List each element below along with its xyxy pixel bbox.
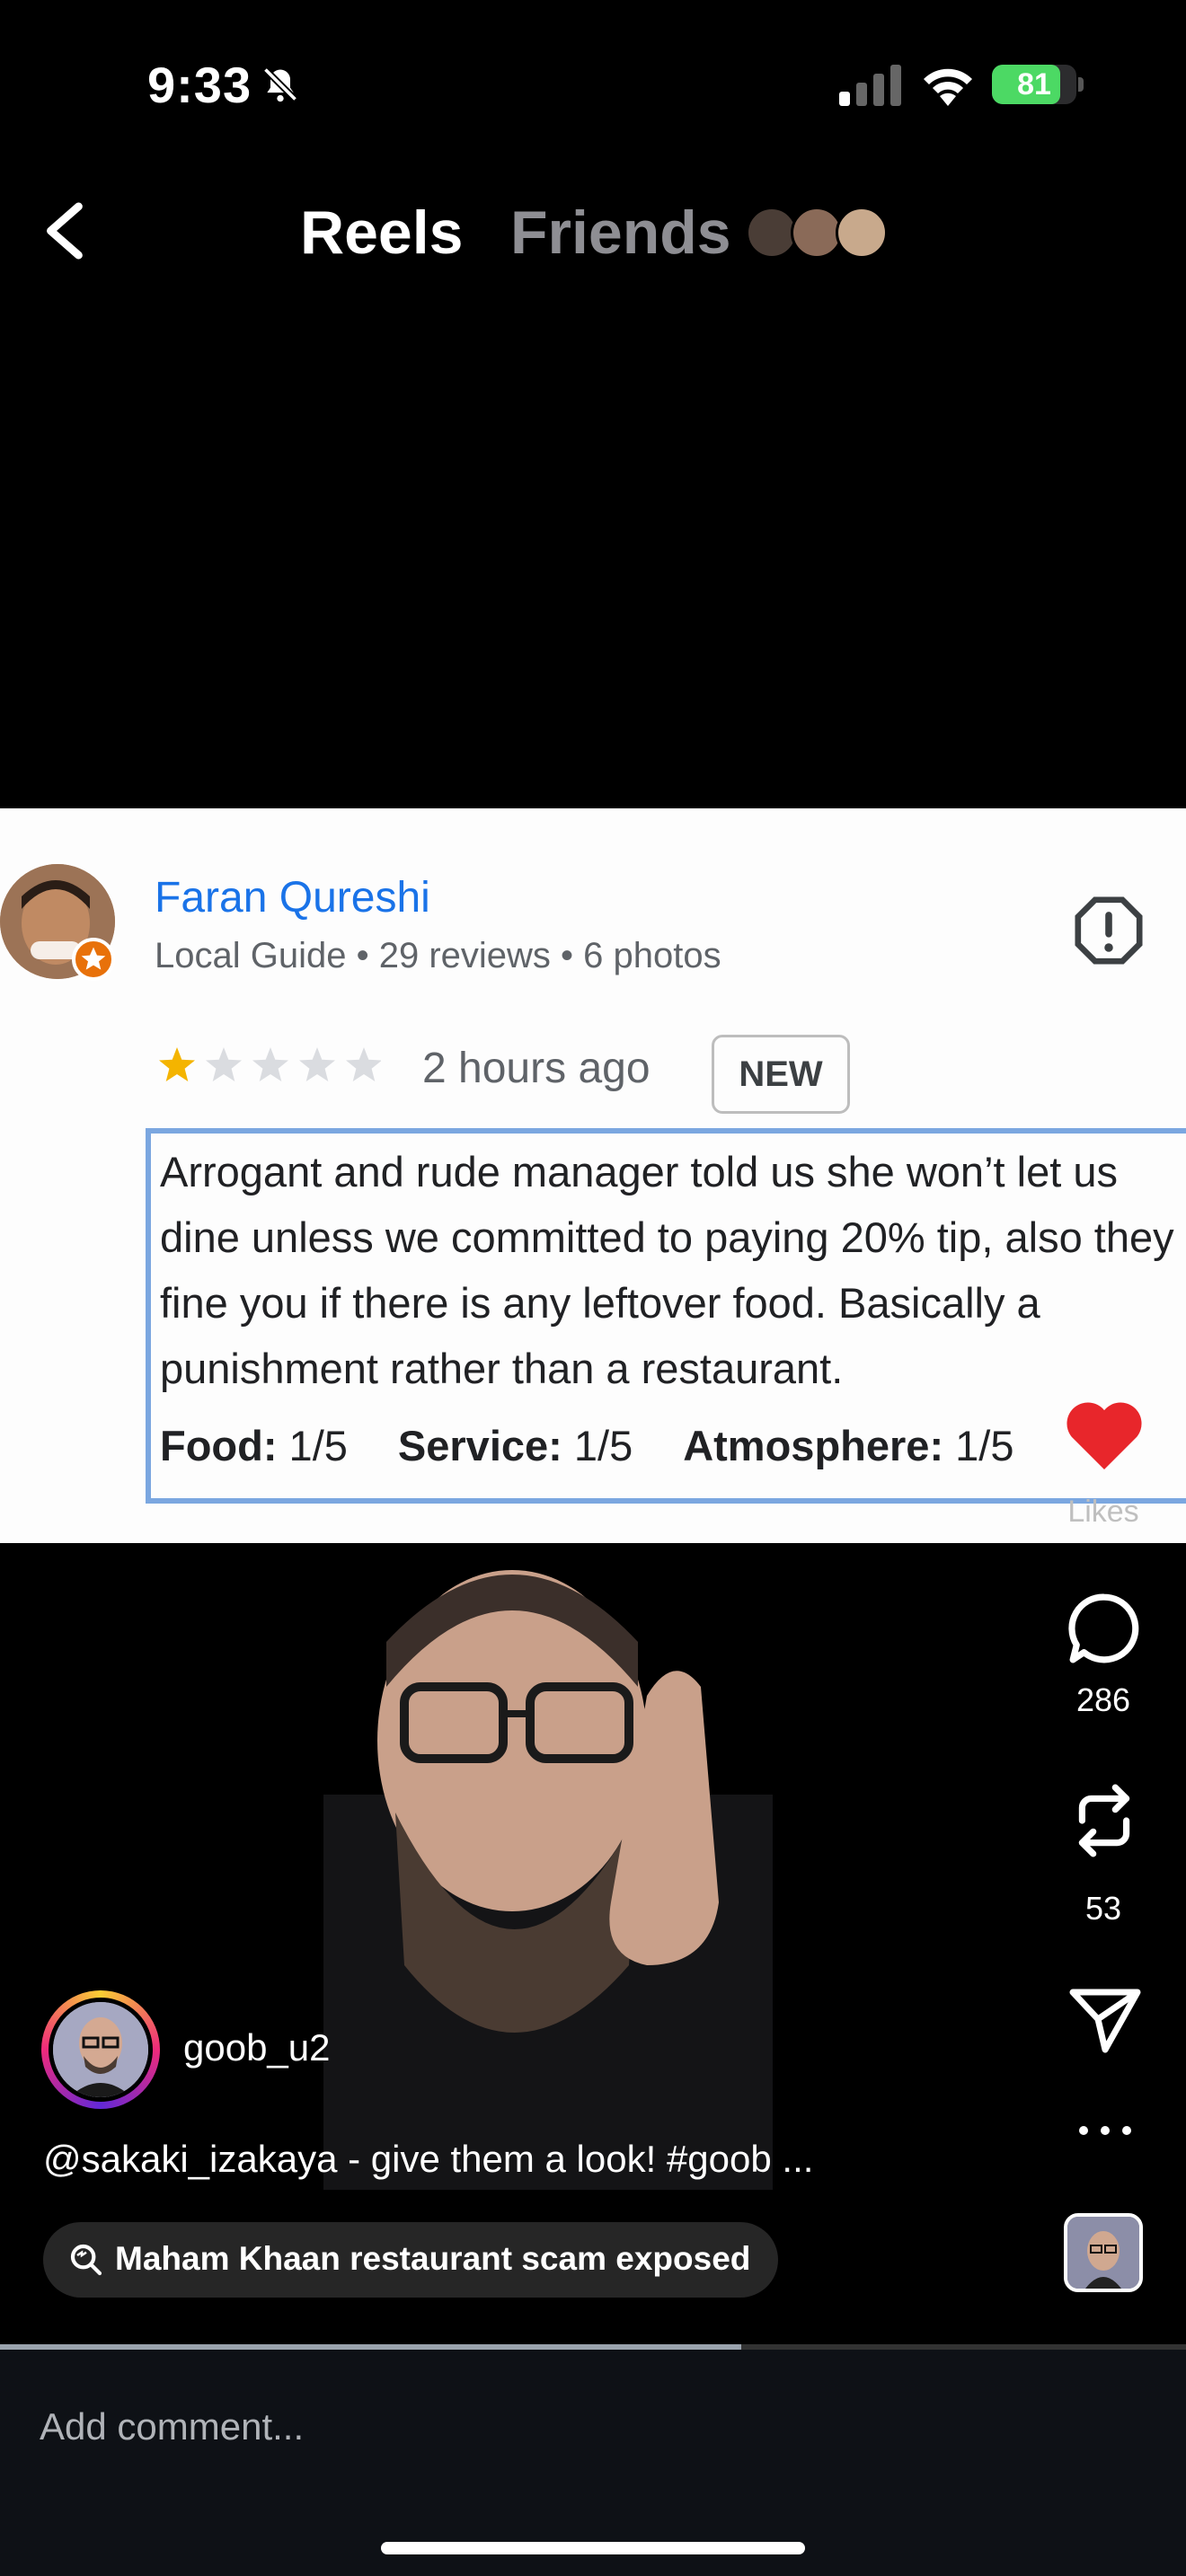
food-label: Food: — [160, 1422, 278, 1469]
friends-avatar-stack[interactable] — [746, 207, 890, 260]
home-indicator — [381, 2542, 805, 2554]
post-caption[interactable]: @sakaki_izakaya - give them a look! #goo… — [43, 2138, 813, 2181]
battery-percentage: 81 — [1017, 67, 1051, 101]
star-rating — [159, 1047, 381, 1081]
star-empty-icon — [206, 1047, 242, 1081]
author-avatar — [49, 1998, 153, 2102]
review-scores: Food: 1/5 Service: 1/5 Atmosphere: 1/5 — [160, 1421, 1014, 1470]
repost-count: 53 — [1084, 1890, 1122, 1927]
creator-video-frame — [323, 1570, 773, 2190]
comment-bar: Add comment... — [0, 2350, 1186, 2576]
review-time: 2 hours ago — [422, 1045, 651, 1092]
review-body: Arrogant and rude manager told us she wo… — [160, 1148, 1174, 1392]
repost-icon[interactable] — [1067, 1784, 1141, 1857]
status-bar: 9:33 81 — [0, 0, 1186, 171]
likes-label: Likes — [1067, 1495, 1139, 1529]
audio-thumbnail[interactable] — [1064, 2213, 1143, 2292]
review-text-box: Arrogant and rude manager told us she wo… — [146, 1128, 1186, 1504]
reviewer-name: Faran Qureshi — [155, 874, 430, 922]
related-search-chip[interactable]: Maham Khaan restaurant scam exposed — [43, 2222, 778, 2298]
cellular-signal-icon — [839, 65, 901, 106]
heart-icon[interactable] — [1066, 1399, 1143, 1469]
star-empty-icon — [299, 1047, 335, 1081]
more-options-icon[interactable] — [1076, 2123, 1134, 2138]
reviewer-meta: Local Guide • 29 reviews • 6 photos — [155, 936, 721, 975]
battery-charging-icon: 81 — [992, 65, 1076, 104]
new-badge: NEW — [712, 1035, 850, 1114]
star-empty-icon — [346, 1047, 381, 1081]
related-search-text: Maham Khaan restaurant scam exposed — [115, 2240, 751, 2277]
search-icon — [70, 2244, 102, 2276]
report-icon — [1075, 896, 1143, 965]
star-empty-icon — [252, 1047, 288, 1081]
tab-reels[interactable]: Reels — [300, 198, 463, 268]
author-avatar-ring[interactable] — [41, 1990, 160, 2109]
friend-avatar — [836, 207, 888, 259]
tab-friends[interactable]: Friends — [510, 198, 731, 268]
wifi-icon — [924, 68, 972, 106]
audio-avatar — [1067, 2217, 1139, 2289]
atmosphere-label: Atmosphere: — [683, 1422, 944, 1469]
comment-count: 286 — [1075, 1681, 1131, 1718]
comment-input[interactable]: Add comment... — [40, 2405, 304, 2448]
chevron-left-icon[interactable] — [40, 201, 86, 260]
star-filled-icon — [159, 1047, 195, 1081]
status-time: 9:33 — [147, 57, 252, 113]
author-username[interactable]: goob_u2 — [183, 2026, 331, 2069]
service-value: 1/5 — [562, 1422, 633, 1469]
review-card: Faran Qureshi Local Guide • 29 reviews •… — [0, 808, 1186, 1543]
author-photo — [53, 2002, 148, 2097]
food-value: 1/5 — [277, 1422, 348, 1469]
atmosphere-value: 1/5 — [943, 1422, 1014, 1469]
star-icon — [81, 947, 106, 970]
battery-nub — [1078, 77, 1084, 92]
comment-icon[interactable] — [1067, 1592, 1141, 1665]
service-label: Service: — [397, 1422, 562, 1469]
share-icon[interactable] — [1069, 1987, 1141, 2055]
local-guide-star-badge — [72, 938, 115, 981]
bell-slash-icon — [262, 66, 298, 102]
